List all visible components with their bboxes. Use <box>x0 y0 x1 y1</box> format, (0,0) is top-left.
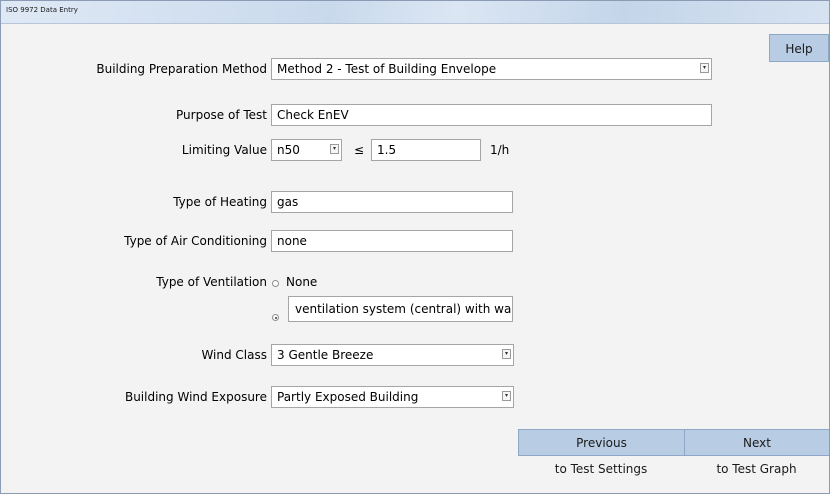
chevron-down-icon[interactable]: ▾ <box>700 63 709 73</box>
air-conditioning-label: Type of Air Conditioning <box>124 234 267 248</box>
heating-field[interactable]: gas <box>271 191 513 213</box>
building-prep-label: Building Preparation Method <box>96 62 267 76</box>
limiting-operator: ≤ <box>354 143 365 157</box>
building-prep-select[interactable]: Method 2 - Test of Building Envelope ▾ <box>271 58 712 80</box>
data-entry-window: ISO 9972 Data Entry Help Building Prepar… <box>0 0 830 494</box>
limiting-value-field[interactable]: 1.5 <box>371 139 481 161</box>
heating-label: Type of Heating <box>173 195 267 209</box>
form-panel: Help Building Preparation Method Method … <box>9 24 829 493</box>
window-title: ISO 9972 Data Entry <box>6 6 78 14</box>
wind-exposure-label: Building Wind Exposure <box>124 390 267 404</box>
wind-class-label: Wind Class <box>201 348 267 362</box>
help-button[interactable]: Help <box>769 34 829 62</box>
ventilation-custom-value: ventilation system (central) with wa <box>295 302 512 316</box>
ventilation-label: Type of Ventilation <box>156 275 267 289</box>
purpose-value: Check EnEV <box>277 108 349 122</box>
chevron-down-icon[interactable]: ▾ <box>502 349 511 359</box>
ventilation-custom-field[interactable]: ventilation system (central) with wa <box>288 296 513 322</box>
wind-exposure-value: Partly Exposed Building <box>277 390 419 404</box>
wind-class-value: 3 Gentle Breeze <box>277 348 374 362</box>
next-subtitle: to Test Graph <box>716 462 797 476</box>
limiting-value: 1.5 <box>377 143 397 157</box>
ventilation-none-label: None <box>286 275 318 289</box>
limiting-unit: 1/h <box>490 143 510 157</box>
limiting-type-value: n50 <box>277 143 300 157</box>
limiting-label: Limiting Value <box>181 143 267 157</box>
chevron-down-icon[interactable]: ▾ <box>502 391 511 401</box>
title-bar: ISO 9972 Data Entry <box>1 1 829 24</box>
purpose-field[interactable]: Check EnEV <box>271 104 712 126</box>
air-conditioning-field[interactable]: none <box>271 230 513 252</box>
air-conditioning-value: none <box>277 234 307 248</box>
ventilation-none-radio[interactable] <box>272 280 279 287</box>
limiting-type-select[interactable]: n50 ▾ <box>271 139 342 161</box>
purpose-label: Purpose of Test <box>176 108 267 122</box>
building-prep-value: Method 2 - Test of Building Envelope <box>277 62 497 76</box>
ventilation-custom-radio[interactable] <box>272 314 279 321</box>
wind-exposure-select[interactable]: Partly Exposed Building ▾ <box>271 386 514 408</box>
chevron-down-icon[interactable]: ▾ <box>330 144 339 154</box>
heating-value: gas <box>277 195 299 209</box>
previous-subtitle: to Test Settings <box>554 462 648 476</box>
next-button[interactable]: Next <box>684 429 829 456</box>
wind-class-select[interactable]: 3 Gentle Breeze ▾ <box>271 344 514 366</box>
previous-button[interactable]: Previous <box>518 429 684 456</box>
